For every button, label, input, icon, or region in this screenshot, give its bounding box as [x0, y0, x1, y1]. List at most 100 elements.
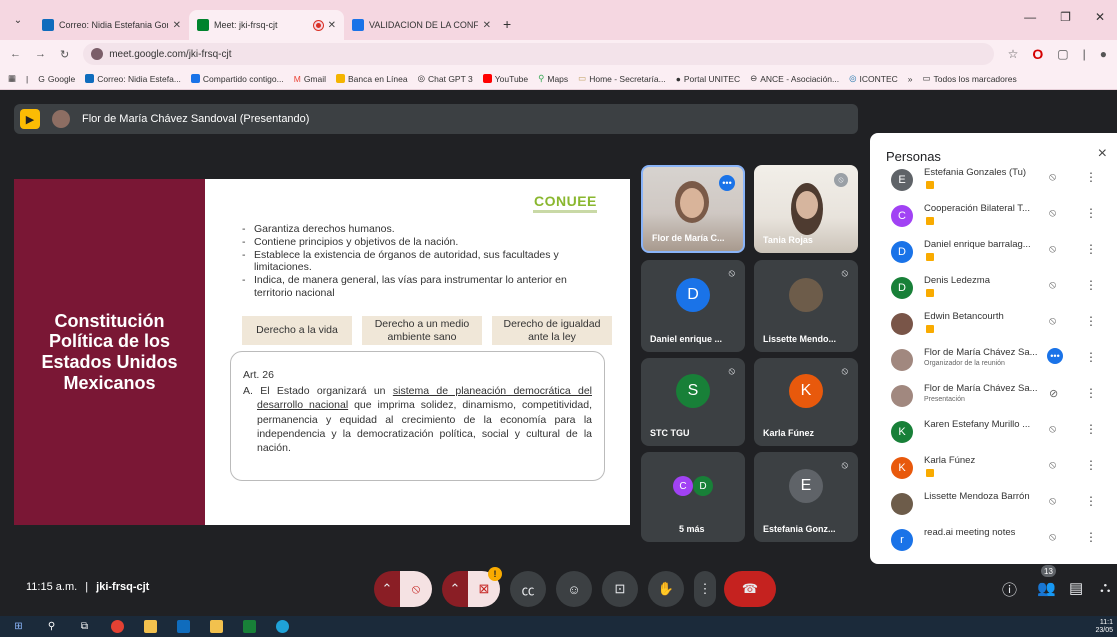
more-options-button[interactable]: ⋮: [694, 571, 716, 607]
activities-icon[interactable]: ⛬: [1100, 579, 1111, 596]
mic-off-icon[interactable]: ⦸: [1049, 423, 1056, 436]
more-options-icon[interactable]: ⋮: [1085, 242, 1097, 256]
close-tab-icon[interactable]: ✕: [173, 20, 181, 31]
mic-off-icon[interactable]: ⦸: [1049, 279, 1056, 292]
bookmark-correo[interactable]: Correo: Nidia Estefa...: [85, 74, 181, 84]
mic-off-icon[interactable]: ⦸: [1049, 243, 1056, 256]
list-item[interactable]: Lissette Mendoza Barrón ⦸ ⋮: [870, 489, 1117, 523]
more-bookmarks-button[interactable]: »: [908, 74, 913, 84]
list-item[interactable]: D Denis Ledezma ⦸ ⋮: [870, 273, 1117, 307]
more-options-icon[interactable]: ⋮: [1085, 278, 1097, 292]
participant-tile[interactable]: ⦸ Lissette Mendo...: [754, 260, 858, 352]
file-explorer-icon[interactable]: [144, 620, 157, 633]
participant-tile[interactable]: ⦸ K Karla Fúnez: [754, 358, 858, 446]
excel-icon[interactable]: [243, 620, 256, 633]
participant-tile[interactable]: ⦸ S STC TGU: [641, 358, 745, 446]
close-tab-icon[interactable]: ✕: [483, 20, 491, 31]
mic-toggle-button[interactable]: ⦸: [400, 571, 432, 607]
bookmark-star-icon[interactable]: ☆: [1008, 47, 1019, 61]
minimize-icon[interactable]: —: [1024, 10, 1036, 24]
windows-start-icon[interactable]: ⊞: [12, 620, 25, 633]
bookmark-google[interactable]: G Google: [38, 74, 75, 84]
more-options-icon[interactable]: •••: [1047, 348, 1063, 364]
more-options-icon[interactable]: •••: [719, 175, 735, 191]
bookmark-chatgpt[interactable]: ◎ Chat GPT 3: [418, 73, 473, 84]
bookmark-unitec[interactable]: ● Portal UNITEC: [676, 74, 740, 84]
more-options-icon[interactable]: ⋮: [1085, 494, 1097, 508]
audio-settings-chevron-icon[interactable]: ⌃: [374, 571, 400, 607]
chat-icon[interactable]: ▤: [1069, 579, 1083, 597]
more-options-icon[interactable]: ⋮: [1085, 314, 1097, 328]
bookmark-compartido[interactable]: Compartido contigo...: [190, 74, 284, 84]
mic-off-icon[interactable]: ⦸: [1049, 207, 1056, 220]
close-tab-icon[interactable]: ✕: [328, 20, 336, 31]
bookmark-youtube[interactable]: YouTube: [482, 74, 528, 84]
mic-off-icon[interactable]: ⦸: [1049, 315, 1056, 328]
list-item[interactable]: Flor de María Chávez Sa... Presentación …: [870, 381, 1117, 415]
url-field[interactable]: meet.google.com/jki-frsq-cjt: [83, 43, 994, 65]
list-item[interactable]: K Karen Estefany Murillo ... ⦸ ⋮: [870, 417, 1117, 451]
present-icon[interactable]: ⊘: [1049, 387, 1058, 400]
search-icon[interactable]: ⚲: [45, 620, 58, 633]
outlook-icon[interactable]: [177, 620, 190, 633]
profile-icon[interactable]: ●: [1100, 47, 1107, 61]
tab-validacion[interactable]: VALIDACION DE LA CONFORM ✕: [344, 10, 499, 40]
present-now-button[interactable]: ⊡: [602, 571, 638, 607]
extensions-icon[interactable]: ▢: [1057, 47, 1068, 61]
opera-icon[interactable]: O: [1032, 46, 1043, 62]
bookmark-maps[interactable]: ⚲ Maps: [538, 73, 568, 84]
close-window-icon[interactable]: ✕: [1095, 10, 1105, 24]
list-item[interactable]: D Daniel enrique barralag... ⦸ ⋮: [870, 237, 1117, 271]
bookmark-all[interactable]: ▭ Todos los marcadores: [923, 73, 1017, 84]
apps-icon[interactable]: ▦: [8, 73, 16, 84]
maximize-icon[interactable]: ❐: [1060, 10, 1071, 24]
captions-button[interactable]: ㏄: [510, 571, 546, 607]
participant-tile[interactable]: ⦸ D Daniel enrique ...: [641, 260, 745, 352]
more-options-icon[interactable]: ⋮: [1085, 350, 1097, 364]
bookmark-home[interactable]: ▭ Home - Secretaría...: [578, 73, 666, 84]
tab-search-icon[interactable]: ⌄: [8, 10, 28, 30]
mic-off-icon[interactable]: ⦸: [1049, 459, 1056, 472]
new-tab-button[interactable]: +: [503, 16, 511, 32]
edge-icon[interactable]: [276, 620, 289, 633]
list-item[interactable]: E Estefania Gonzales (Tu) ⦸ ⋮: [870, 165, 1117, 199]
list-item[interactable]: Edwin Betancourth ⦸ ⋮: [870, 309, 1117, 343]
reload-icon[interactable]: ↻: [60, 48, 69, 61]
raise-hand-button[interactable]: ✋: [648, 571, 684, 607]
bookmark-gmail[interactable]: M Gmail: [294, 74, 326, 84]
list-item[interactable]: K Karla Fúnez ⦸ ⋮: [870, 453, 1117, 487]
tab-outlook[interactable]: Correo: Nidia Estefania Gonzal ✕: [34, 10, 189, 40]
tab-meet[interactable]: Meet: jki-frsq-cjt ✕: [189, 10, 344, 40]
participant-tile[interactable]: ⦸ Tania Rojas: [754, 165, 858, 253]
list-item[interactable]: C Cooperación Bilateral T... ⦸ ⋮: [870, 201, 1117, 235]
video-settings-chevron-icon[interactable]: ⌃: [442, 571, 468, 607]
people-icon[interactable]: 👥: [1037, 579, 1056, 597]
meeting-details-icon[interactable]: ⓘ: [1002, 579, 1017, 600]
leave-call-button[interactable]: ☎: [724, 571, 776, 607]
participant-tile[interactable]: ••• Flor de María C...: [641, 165, 745, 253]
mic-off-icon[interactable]: ⦸: [1049, 495, 1056, 508]
chrome-icon[interactable]: [111, 620, 124, 633]
list-item[interactable]: Flor de María Chávez Sa... Organizador d…: [870, 345, 1117, 379]
task-view-icon[interactable]: ⧉: [78, 620, 91, 633]
back-icon[interactable]: ←: [10, 48, 21, 60]
mic-off-icon[interactable]: ⦸: [1049, 531, 1056, 544]
more-options-icon[interactable]: ⋮: [1085, 206, 1097, 220]
more-options-icon[interactable]: ⋮: [1085, 170, 1097, 184]
mic-off-icon[interactable]: ⦸: [1049, 171, 1056, 184]
site-info-icon[interactable]: [91, 48, 104, 60]
more-options-icon[interactable]: ⋮: [1085, 422, 1097, 436]
powerpoint-icon[interactable]: [210, 620, 223, 633]
more-options-icon[interactable]: ⋮: [1085, 386, 1097, 400]
more-options-icon[interactable]: ⋮: [1085, 458, 1097, 472]
participant-tile[interactable]: ⦸ E Estefania Gonz...: [754, 452, 858, 542]
bookmark-icontec[interactable]: ◎ ICONTEC: [849, 73, 898, 84]
bookmark-ance[interactable]: ⊖ ANCE - Asociación...: [750, 73, 839, 84]
list-item[interactable]: r read.ai meeting notes ⦸ ⋮: [870, 525, 1117, 559]
forward-icon[interactable]: →: [35, 48, 46, 60]
more-options-icon[interactable]: ⋮: [1085, 530, 1097, 544]
bookmark-banca[interactable]: Banca en Línea: [336, 74, 408, 84]
presentation-icon[interactable]: ▶: [20, 109, 40, 129]
more-participants-tile[interactable]: C D 5 más: [641, 452, 745, 542]
close-icon[interactable]: ×: [1098, 145, 1107, 163]
